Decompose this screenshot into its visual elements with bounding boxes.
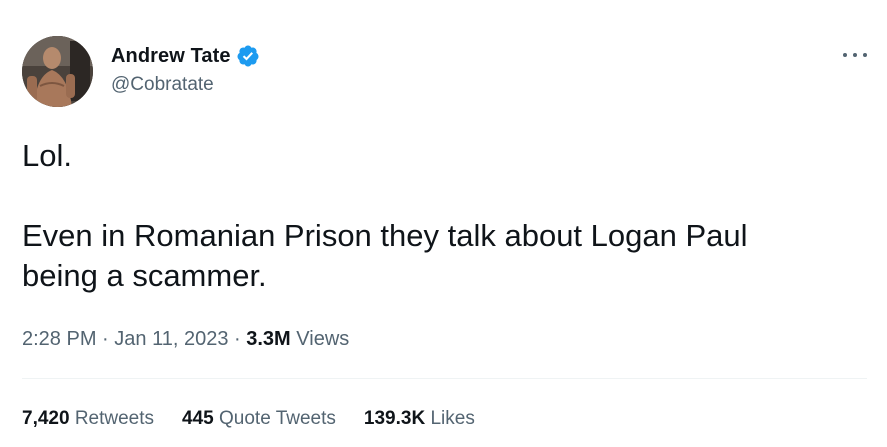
avatar-photo xyxy=(22,36,93,107)
views-label: Views xyxy=(296,328,350,350)
tweet-time[interactable]: 2:28 PM xyxy=(22,328,96,350)
meta-separator: · xyxy=(102,328,109,350)
likes-count: 139.3K xyxy=(363,408,426,429)
tweet-meta: 2:28 PM · Jan 11, 2023 · 3.3M Views xyxy=(22,328,349,351)
divider xyxy=(22,378,867,379)
meta-separator: · xyxy=(234,328,241,350)
tweet-date[interactable]: Jan 11, 2023 xyxy=(114,328,228,350)
verified-badge-icon xyxy=(236,44,260,68)
quote-tweets-stat[interactable]: 445 Quote Tweets xyxy=(182,408,336,430)
avatar[interactable] xyxy=(22,36,93,107)
retweets-label: Retweets xyxy=(74,408,155,429)
tweet-line: Even in Romanian Prison they talk about … xyxy=(22,218,748,293)
quote-tweets-label: Quote Tweets xyxy=(219,408,336,429)
likes-label: Likes xyxy=(430,408,475,429)
retweets-count: 7,420 xyxy=(22,408,70,429)
author-name-row[interactable]: Andrew Tate xyxy=(111,43,260,69)
tweet-stats: 7,420 Retweets 445 Quote Tweets 139.3K L… xyxy=(22,408,503,430)
tweet-line: Lol. xyxy=(22,138,72,173)
likes-stat[interactable]: 139.3K Likes xyxy=(364,408,475,430)
retweets-stat[interactable]: 7,420 Retweets xyxy=(22,408,154,430)
quote-tweets-count: 445 xyxy=(182,408,214,429)
more-options-icon[interactable] xyxy=(843,48,867,62)
views-count: 3.3M xyxy=(246,328,291,350)
tweet-card: Andrew Tate @Cobratate Lol. Even in Roma… xyxy=(0,0,887,447)
author-display-name[interactable]: Andrew Tate xyxy=(111,45,231,68)
author-handle[interactable]: @Cobratate xyxy=(111,74,214,96)
tweet-text: Lol. Even in Romanian Prison they talk a… xyxy=(22,136,862,296)
